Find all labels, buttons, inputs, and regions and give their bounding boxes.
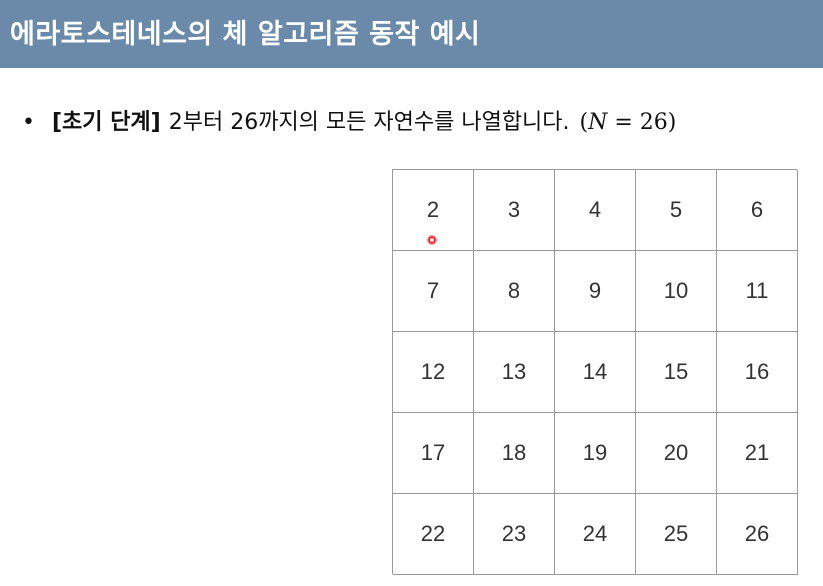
grid-cell: 14 xyxy=(555,332,636,413)
grid-cell: 26 xyxy=(717,494,798,575)
slide-title: 에라토스테네스의 체 알고리즘 동작 예시 xyxy=(10,19,481,50)
math-open-paren: ( xyxy=(579,110,589,135)
grid-cell: 4 xyxy=(555,170,636,251)
grid-cell: 15 xyxy=(636,332,717,413)
grid-cell: 22 xyxy=(393,494,474,575)
grid-cell: 5 xyxy=(636,170,717,251)
grid-cell: 12 xyxy=(393,332,474,413)
math-rest: = 26) xyxy=(607,110,677,135)
bullet-text: 2부터 26까지의 모든 자연수를 나열합니다. xyxy=(168,110,570,135)
number-grid: 2 3 4 5 6 7 8 9 10 11 12 13 14 15 16 17 … xyxy=(392,169,798,575)
laser-pointer-cursor xyxy=(427,235,437,245)
grid-cell: 25 xyxy=(636,494,717,575)
grid-cell: 16 xyxy=(717,332,798,413)
grid-cell: 9 xyxy=(555,251,636,332)
grid-cell: 17 xyxy=(393,413,474,494)
grid-cell: 8 xyxy=(474,251,555,332)
grid-cell: 11 xyxy=(717,251,798,332)
bullet-bold-label: [초기 단계] xyxy=(52,110,161,135)
grid-cell: 21 xyxy=(717,413,798,494)
grid-cell: 19 xyxy=(555,413,636,494)
grid-cell: 6 xyxy=(717,170,798,251)
bullet-item: • [초기 단계] 2부터 26까지의 모든 자연수를 나열합니다. (N = … xyxy=(22,104,676,136)
grid-cell: 13 xyxy=(474,332,555,413)
grid-cell: 10 xyxy=(636,251,717,332)
grid-cell: 23 xyxy=(474,494,555,575)
grid-cell: 20 xyxy=(636,413,717,494)
bullet-math: (N = 26) xyxy=(580,110,677,135)
grid-cell: 18 xyxy=(474,413,555,494)
title-bar: 에라토스테네스의 체 알고리즘 동작 예시 xyxy=(0,0,823,68)
math-variable: N xyxy=(588,110,608,135)
grid-cell: 24 xyxy=(555,494,636,575)
grid-cell: 3 xyxy=(474,170,555,251)
bullet-marker: • xyxy=(22,110,35,135)
grid-cell: 7 xyxy=(393,251,474,332)
